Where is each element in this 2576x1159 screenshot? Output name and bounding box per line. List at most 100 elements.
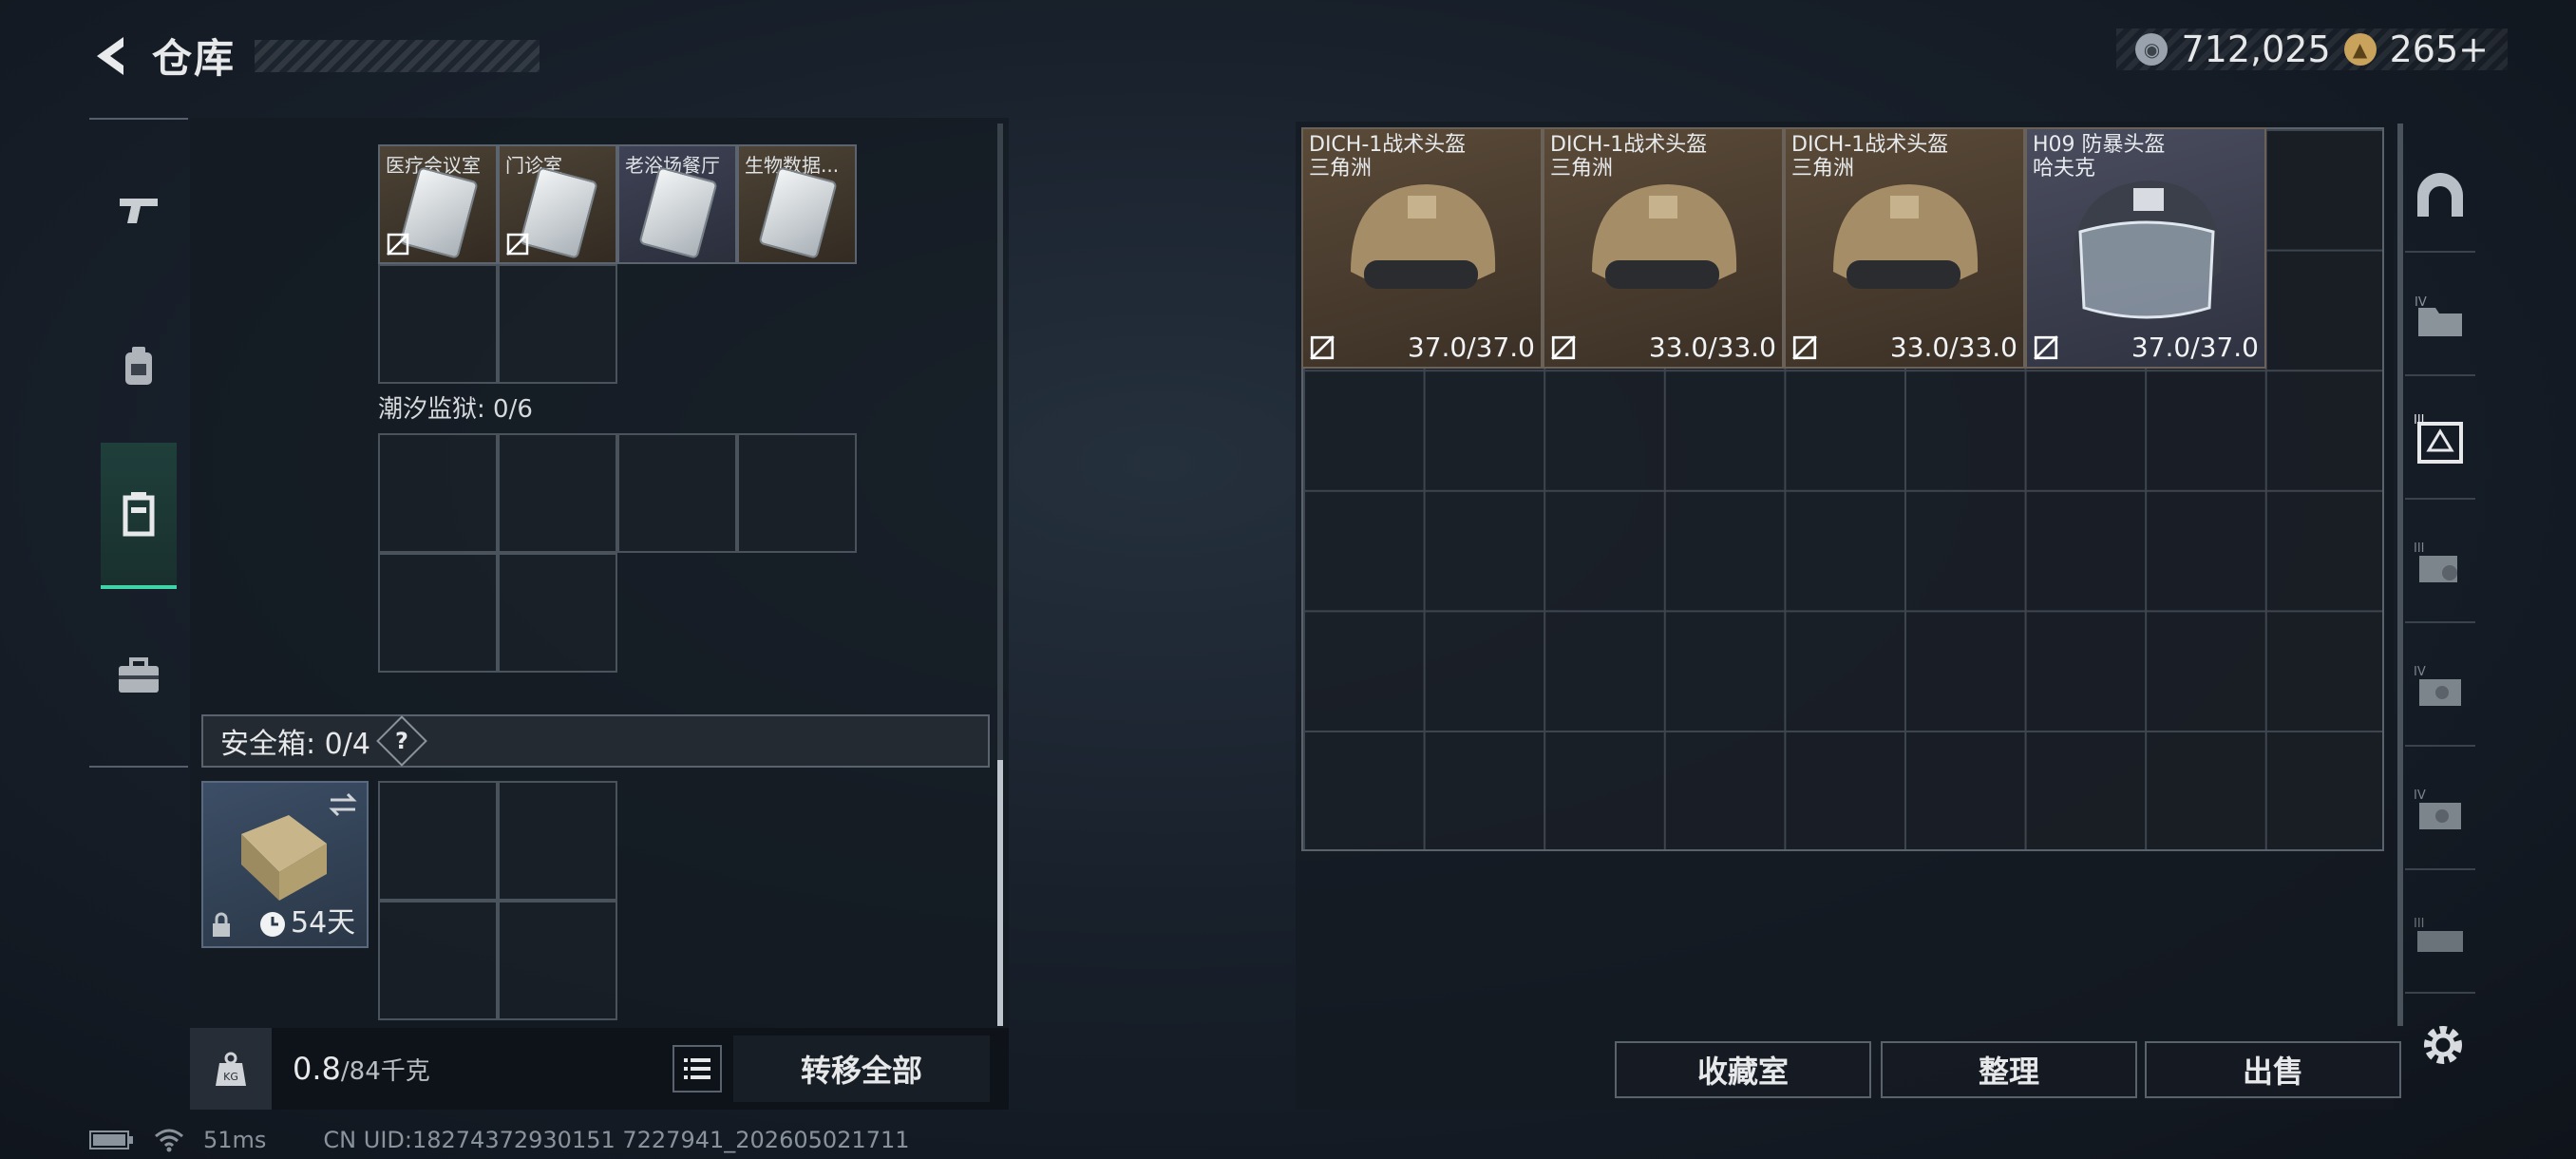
slot-cell[interactable] [498, 901, 617, 1020]
helmet-item[interactable]: DICH-1战术头盔 三角洲 33.0/33.0 [1784, 127, 2025, 369]
swap-icon[interactable] [327, 790, 359, 819]
vest-icon [123, 492, 155, 537]
section-title: 潮汐监狱: 0/6 [378, 395, 533, 424]
container-footer: KG 0.8/84千克 转移全部 [190, 1028, 1009, 1110]
keycard-icon [758, 166, 838, 259]
list-view-button[interactable] [672, 1045, 722, 1092]
slot-cell[interactable] [498, 433, 617, 553]
supply-crate-icon: III [2414, 414, 2463, 464]
uid-readout: CN UID:18274372930151 7227941_2026050217… [323, 1127, 910, 1153]
keycard-icon [638, 166, 718, 259]
weight-icon: KG [190, 1028, 272, 1110]
sell-button[interactable]: 出售 [2145, 1041, 2401, 1098]
gold-amount[interactable]: 265+ [2390, 28, 2489, 70]
container-scrollbar-thumb[interactable] [997, 760, 1003, 1026]
stash-page-iii-2[interactable]: III [2405, 878, 2475, 994]
svg-text:III: III [2414, 917, 2425, 931]
helmet-icon [1592, 184, 1737, 289]
slot-cell[interactable] [378, 433, 498, 553]
keycard-item[interactable]: 医疗会议室 [378, 144, 498, 264]
stash-page-rail: IV III III IV IV III [2397, 122, 2483, 1024]
keycard-icon [399, 166, 479, 259]
keycard-item[interactable]: 生物数据... [737, 144, 857, 264]
backpack-icon [125, 347, 152, 385]
slot-cell[interactable] [378, 901, 498, 1020]
battery-icon [89, 1130, 133, 1150]
silver-coin-icon: ◉ [2135, 33, 2169, 66]
currency-bar: ◉ 712,025 ▲ 265+ [2116, 28, 2508, 70]
svg-text:IV: IV [2414, 665, 2426, 679]
stash-page-iii-active[interactable]: III [2405, 384, 2475, 500]
stash-page-iii[interactable]: III [2405, 507, 2475, 623]
riot-helmet-icon [2072, 180, 2222, 319]
list-icon [684, 1058, 710, 1079]
slot-cell[interactable] [498, 781, 617, 901]
ping-readout: 51ms [203, 1127, 267, 1153]
gun-icon [120, 199, 158, 223]
status-bar: 51ms CN UID:18274372930151 7227941_20260… [89, 1127, 910, 1153]
keycard-icon [519, 166, 598, 259]
no-trade-icon [387, 233, 409, 256]
stash-page-iv-3[interactable]: IV [2405, 754, 2475, 870]
no-trade-icon [2034, 335, 2058, 360]
safebox-item[interactable]: 54天 [201, 781, 369, 948]
rail-item-toolbox[interactable] [101, 604, 177, 747]
dome-icon [2417, 173, 2463, 217]
svg-text:III: III [2414, 414, 2425, 428]
organize-button[interactable]: 整理 [1881, 1041, 2137, 1098]
no-trade-icon [1551, 335, 1576, 360]
title-decoration [255, 39, 540, 72]
rail-item-vest[interactable] [101, 443, 177, 589]
transfer-all-button[interactable]: 转移全部 [733, 1036, 990, 1102]
helmet-item[interactable]: DICH-1战术头盔 三角洲 33.0/33.0 [1543, 127, 1784, 369]
slot-cell[interactable] [378, 553, 498, 673]
storage-rack-icon: III [2414, 542, 2457, 582]
rail-item-weapon[interactable] [101, 139, 177, 281]
header: 仓库 [85, 27, 540, 85]
slot-cell[interactable] [498, 553, 617, 673]
durability-label: 37.0/37.0 [2131, 332, 2259, 363]
back-button[interactable] [85, 31, 135, 81]
stash-page-iv-2[interactable]: IV [2405, 631, 2475, 747]
slot-cell[interactable] [378, 781, 498, 901]
slot-cell[interactable] [498, 264, 617, 384]
silver-amount: 712,025 [2181, 28, 2331, 70]
storage-rack-icon: IV [2414, 788, 2461, 829]
stash-page-main[interactable] [2405, 137, 2475, 253]
slot-cell[interactable] [617, 433, 737, 553]
no-trade-icon [1792, 335, 1817, 360]
no-trade-icon [1310, 335, 1335, 360]
svg-text:IV: IV [2415, 295, 2427, 310]
shelf-icon: III [2414, 917, 2463, 952]
stash-page-iv[interactable]: IV [2405, 260, 2475, 376]
clock-icon [260, 912, 285, 937]
gold-coin-icon: ▲ [2343, 33, 2377, 66]
slot-cell[interactable] [737, 433, 857, 553]
helmet-icon [1351, 184, 1496, 289]
helmet-icon [1833, 184, 1979, 289]
collection-room-button[interactable]: 收藏室 [1615, 1041, 1871, 1098]
safebox-case-icon [241, 815, 327, 901]
page-title: 仓库 [152, 35, 237, 82]
safebox-title: 安全箱: 0/4 [220, 728, 370, 761]
slot-cell[interactable] [378, 264, 498, 384]
settings-gear-icon[interactable] [2416, 1018, 2470, 1072]
svg-text:KG: KG [223, 1071, 238, 1083]
keycard-item[interactable]: 老浴场餐厅 [617, 144, 737, 264]
helmet-item[interactable]: DICH-1战术头盔 三角洲 37.0/37.0 [1301, 127, 1543, 369]
durability-label: 33.0/33.0 [1889, 332, 2017, 363]
durability-label: 37.0/37.0 [1407, 332, 1535, 363]
lock-icon [213, 912, 230, 937]
rail-item-backpack[interactable] [101, 295, 177, 438]
wifi-icon [155, 1129, 183, 1152]
helmet-item[interactable]: H09 防暴头盔 哈夫克 37.0/37.0 [2025, 127, 2266, 369]
no-trade-icon [506, 233, 529, 256]
safebox-days: 54天 [291, 906, 356, 940]
help-button[interactable]: ? [376, 715, 427, 767]
left-category-rail [89, 118, 188, 768]
svg-text:IV: IV [2414, 788, 2426, 803]
toolbox-icon [119, 657, 159, 693]
storage-rack-icon: IV [2414, 665, 2461, 706]
keycard-item[interactable]: 门诊室 [498, 144, 617, 264]
weight-readout: 0.8/84千克 [293, 1051, 430, 1087]
